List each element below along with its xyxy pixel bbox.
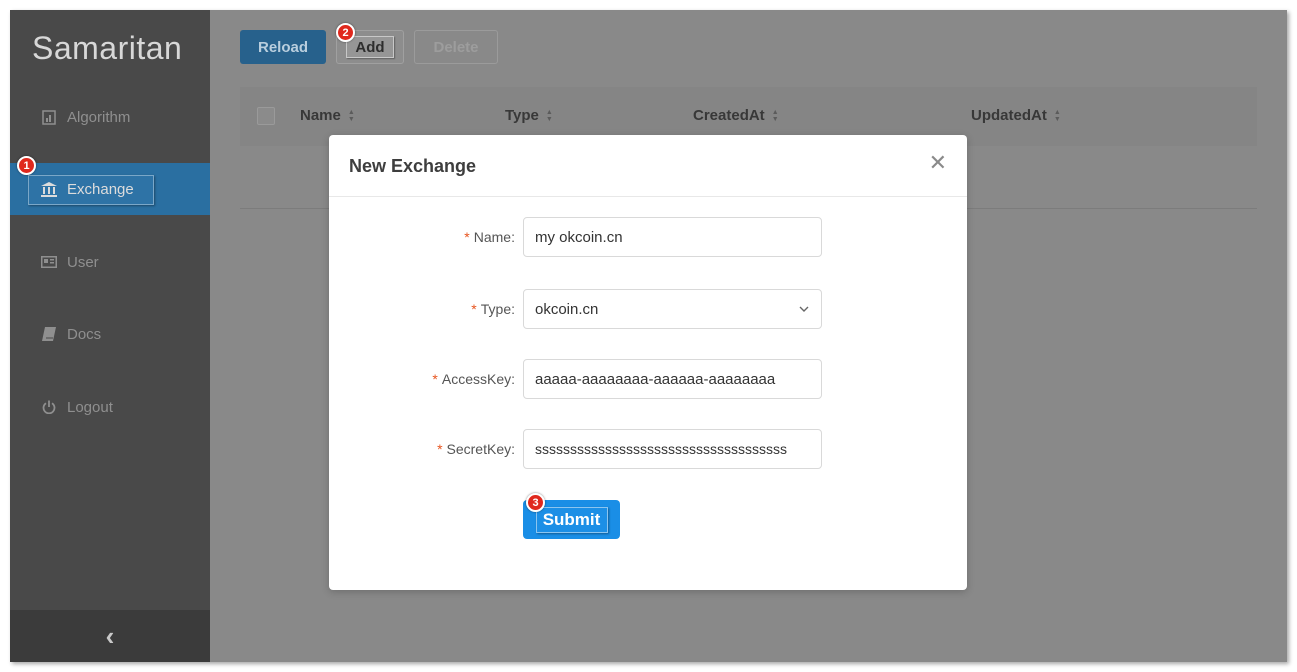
sort-icon: ▲ ▼ [771,108,779,123]
sidebar-item-user[interactable]: User [10,236,210,288]
sidebar-item-label: User [67,253,99,271]
id-card-icon [41,254,57,270]
type-label: * Type: [471,301,515,317]
required-marker: * [437,441,443,457]
type-select[interactable]: okcoin.cn [523,289,822,329]
app-logo: Samaritan [32,30,183,66]
chevron-left-icon: ‹ [105,621,115,651]
add-button-label: Add [346,36,394,58]
sort-icon: ▲ ▼ [347,108,355,123]
name-label: * Name: [464,229,515,245]
close-icon[interactable]: ✕ [929,151,947,175]
power-icon [41,399,57,415]
app-window: Samaritan Algorithm Exchange User Docs L… [10,10,1287,662]
form-row-accesskey: * AccessKey: aaaaa-aaaaaaaa-aaaaaa-aaaaa… [329,359,967,399]
step-marker-1: 1 [17,156,36,175]
secretkey-label: * SecretKey: [437,441,515,457]
sort-icon: ▲ ▼ [545,108,553,123]
accesskey-input[interactable]: aaaaa-aaaaaaaa-aaaaaa-aaaaaaaa [523,359,822,399]
sidebar-item-label: Algorithm [67,108,131,126]
form-row-secretkey: * SecretKey: sssssssssssssssssssssssssss… [329,429,967,469]
new-exchange-dialog: New Exchange ✕ * Name: my okcoin.cn * Ty… [329,135,967,590]
sort-icon: ▲ ▼ [1053,108,1061,123]
step-marker-2: 2 [336,23,355,42]
step-marker-3: 3 [526,493,545,512]
required-marker: * [432,371,438,387]
sidebar-item-algorithm[interactable]: Algorithm [10,91,210,143]
form-row-type: * Type: okcoin.cn [329,289,967,329]
bank-icon [41,181,57,197]
sidebar-item-logout[interactable]: Logout [10,381,210,433]
chart-doc-icon [41,109,57,125]
sidebar-item-label: Docs [67,325,102,343]
sidebar-item-exchange[interactable]: Exchange [10,163,210,215]
book-icon [41,326,57,342]
column-header-type[interactable]: Type ▲ ▼ [505,107,553,124]
name-input[interactable]: my okcoin.cn [523,217,822,257]
dialog-title: New Exchange [349,156,477,176]
delete-button[interactable]: Delete [414,30,498,64]
select-all-checkbox[interactable] [257,107,275,125]
column-header-createdat[interactable]: CreatedAt ▲ ▼ [693,107,779,124]
sidebar: Samaritan Algorithm Exchange User Docs L… [10,10,210,662]
sidebar-collapse-button[interactable]: ‹ [10,610,210,662]
column-header-name[interactable]: Name ▲ ▼ [300,107,355,124]
submit-button-label: Submit [535,506,608,533]
reload-button[interactable]: Reload [240,30,326,64]
accesskey-label: * AccessKey: [432,371,515,387]
required-marker: * [471,301,477,317]
sidebar-item-label: Logout [67,398,113,416]
form-row-name: * Name: my okcoin.cn [329,217,967,257]
required-marker: * [464,229,470,245]
column-header-updatedat[interactable]: UpdatedAt ▲ ▼ [971,107,1061,124]
sidebar-item-docs[interactable]: Docs [10,308,210,360]
secretkey-input[interactable]: ssssssssssssssssssssssssssssssssssss [523,429,822,469]
dialog-header: New Exchange ✕ [329,135,967,197]
sidebar-item-label: Exchange [67,180,134,198]
chevron-down-icon [799,302,809,316]
